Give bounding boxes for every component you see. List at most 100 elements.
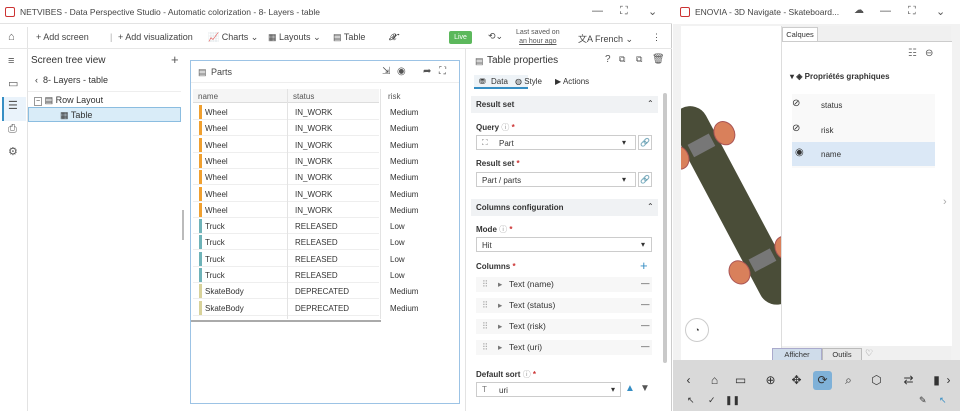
heart-icon[interactable]: ♡ [865, 348, 873, 359]
table-row[interactable]: SkateBody DEPRECATED Medium [193, 283, 418, 300]
settings-icon[interactable]: ⚙ [8, 145, 18, 158]
expand-icon[interactable]: ▸ [498, 342, 502, 353]
tree-item-table[interactable]: ▦ Table [60, 110, 92, 121]
maximize-icon[interactable]: ⛶ [620, 5, 628, 18]
expand-icon[interactable]: ▸ [498, 279, 502, 290]
history-icon[interactable]: ⟲⌄ [488, 31, 503, 42]
drag-handle-icon[interactable]: ⠿ [482, 321, 488, 332]
rotate-icon[interactable]: ⟳ [813, 371, 832, 390]
minimize-icon[interactable]: — [880, 5, 891, 17]
table-row[interactable]: Wheel IN_WORK Medium [193, 137, 418, 153]
compass-icon[interactable]: ◔ [685, 318, 709, 342]
database-icon[interactable]: ≡ [8, 55, 14, 67]
table-row[interactable]: Wheel IN_WORK Medium [193, 153, 418, 169]
drag-handle-icon[interactable]: ⠿ [482, 342, 488, 353]
columns-config-section[interactable]: Columns configuration ⌃ [471, 199, 658, 216]
minimize-icon[interactable]: — [592, 5, 603, 17]
table-row[interactable]: Wheel IN_WORK Medium [193, 202, 418, 218]
result-set-section[interactable]: Result set ⌃ [471, 96, 658, 113]
expand-icon[interactable]: ▸ [498, 321, 502, 332]
table-row[interactable]: Wheel IN_WORK Medium [193, 169, 418, 186]
table-row[interactable]: Truck RELEASED Low [193, 218, 405, 235]
table-row[interactable]: Wheel IN_WORK Medium [193, 120, 418, 137]
tab-actions[interactable]: ▶ Actions [555, 77, 589, 86]
sort-ascending-icon[interactable]: ▲ [625, 383, 635, 394]
check-icon[interactable]: ✓ [708, 395, 716, 406]
expand-icon[interactable]: ▸ [498, 300, 502, 311]
screen-icon[interactable]: ▭ [8, 77, 18, 90]
charts-menu[interactable]: 📈 Charts ⌄ [208, 32, 258, 43]
table-row[interactable]: Truck RELEASED Low [193, 267, 405, 283]
print-icon[interactable]: ⎙ [8, 123, 17, 136]
column-item[interactable]: ⠿ ▸ Text (risk) — [476, 319, 652, 334]
tab-calques[interactable]: Calques [782, 27, 818, 41]
maximize-icon[interactable]: ⛶ [908, 5, 916, 18]
live-badge[interactable]: Live [449, 31, 472, 44]
table-row[interactable]: Wheel IN_WORK Medium [193, 104, 418, 120]
remove-column-icon[interactable]: — [641, 320, 650, 330]
fullscreen-icon[interactable]: ⛶ [439, 66, 446, 77]
eye-hidden-icon[interactable]: ⊘ [792, 123, 800, 134]
table-row[interactable]: SkateBody DEPRECATED Medium [193, 300, 418, 316]
cloud-icon[interactable]: ☁ [854, 5, 864, 16]
cube-view-icon[interactable]: ⬡ [867, 371, 886, 390]
column-item[interactable]: ⠿ ▸ Text (name) — [476, 277, 652, 292]
column-header-name[interactable]: name [198, 92, 218, 101]
table-row[interactable]: Truck RELEASED Low [193, 251, 405, 267]
layer-name[interactable]: name [821, 150, 841, 159]
help-icon[interactable]: ? [605, 54, 611, 65]
column-header-risk[interactable]: risk [388, 92, 400, 101]
home-view-icon[interactable]: ⌂ [705, 371, 724, 390]
cursor-icon[interactable]: ↖ [939, 395, 947, 406]
properties-scrollbar[interactable] [663, 93, 667, 363]
pause-icon[interactable]: ❚❚ [725, 395, 740, 406]
remove-column-icon[interactable]: — [641, 341, 650, 351]
graphic-properties-header[interactable]: ▾ ◈ Propriétés graphiques [790, 72, 890, 81]
delete-icon[interactable]: 🗑 [652, 54, 665, 65]
column-header-status[interactable]: status [293, 92, 314, 101]
table-row[interactable]: Wheel IN_WORK Medium [193, 186, 418, 202]
pan-icon[interactable]: ✥ [787, 371, 806, 390]
layer-risk[interactable]: risk [821, 126, 833, 135]
collapse-all-icon[interactable]: ⊖ [925, 48, 933, 59]
add-column-icon[interactable]: + [640, 258, 648, 273]
layer-list-icon[interactable]: ☷ [908, 48, 917, 59]
sync-icon[interactable]: ⇄ [899, 371, 918, 390]
formula-icon[interactable]: 𝒳 [389, 32, 397, 43]
view-mode-icon[interactable]: ▭ [731, 371, 750, 390]
breadcrumb[interactable]: ‹ 8- Layers - table [35, 75, 108, 85]
column-item[interactable]: ⠿ ▸ Text (status) — [476, 298, 652, 313]
chevron-down-icon[interactable]: ⌄ [648, 5, 657, 18]
select-arrow-icon[interactable]: ↖ [687, 395, 695, 406]
eye-hidden-icon[interactable]: ⊘ [792, 98, 800, 109]
tree-item-row-layout[interactable]: − ▤ Row Layout [34, 95, 103, 106]
list-icon[interactable]: ☰ [8, 99, 18, 112]
drag-handle-icon[interactable]: ⠿ [482, 279, 488, 290]
previous-icon[interactable]: ‹ [679, 371, 698, 390]
layouts-menu[interactable]: ▦ Layouts ⌄ [268, 32, 321, 43]
link-icon[interactable]: 🔗 [638, 135, 652, 150]
3d-viewport[interactable]: ◔ [681, 26, 781, 360]
next-icon[interactable]: › [939, 371, 958, 390]
export-icon[interactable]: ⇲ [382, 66, 390, 77]
more-menu-icon[interactable]: ⋮ [652, 32, 661, 43]
column-item[interactable]: ⠿ ▸ Text (uri) — [476, 340, 652, 355]
share-icon[interactable]: ➦ [423, 66, 431, 77]
tab-style[interactable]: ◍ Style [515, 77, 542, 86]
pin-icon[interactable]: ✎ [919, 395, 927, 406]
grid-scrollbar[interactable] [191, 320, 381, 322]
link-icon[interactable]: 🔗 [638, 172, 652, 187]
query-select[interactable]: ⛶ Part ▾ [476, 135, 636, 150]
default-sort-select[interactable]: Turi ▾ [476, 382, 621, 397]
layer-status[interactable]: status [821, 101, 842, 110]
zoom-icon[interactable]: ⊕ [761, 371, 780, 390]
table-button[interactable]: ▤ Table [333, 32, 365, 43]
language-menu[interactable]: 文A French ⌄ [578, 32, 633, 45]
drag-handle-icon[interactable]: ⠿ [482, 300, 488, 311]
copy-icon[interactable]: ⧉ [619, 54, 625, 65]
expand-right-icon[interactable]: › [943, 196, 947, 208]
eye-visible-icon[interactable]: ◉ [795, 147, 804, 158]
add-visualization-button[interactable]: + Add visualization [118, 32, 193, 42]
remove-column-icon[interactable]: — [641, 299, 650, 309]
zoom-area-icon[interactable]: ⌕ [839, 371, 858, 390]
